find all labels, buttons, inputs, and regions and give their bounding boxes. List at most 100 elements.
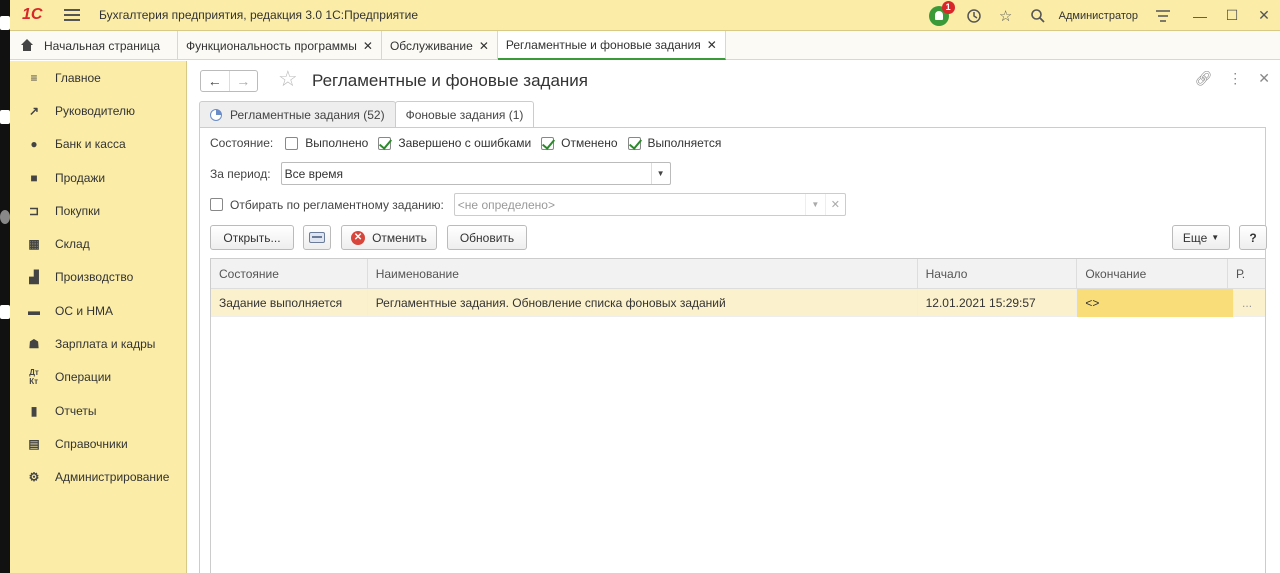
sidebar-item-label: Справочники — [55, 436, 128, 451]
refresh-button[interactable]: Обновить — [447, 225, 527, 250]
state-option-done[interactable]: Выполнено — [285, 136, 368, 150]
checkbox-label: Выполняется — [647, 136, 722, 150]
column-header-name[interactable]: Наименование — [368, 259, 918, 289]
column-header-state[interactable]: Состояние — [211, 259, 368, 289]
list-toolbar: Открыть... ✕ Отменить Обновить Еще ▼ ? — [210, 225, 1267, 250]
checkbox[interactable] — [378, 136, 392, 150]
title-bar: 1С Бухгалтерия предприятия, редакция 3.0… — [10, 0, 1280, 31]
state-option-failed[interactable]: Завершено с ошибками — [378, 136, 531, 150]
checkbox-label: Завершено с ошибками — [398, 136, 532, 150]
sidebar-item-administration[interactable]: ⚙ Администрирование — [10, 461, 186, 494]
tab-label: Функциональность программы — [186, 38, 357, 53]
desktop-icon — [0, 210, 10, 224]
books-icon: ▤ — [28, 436, 40, 451]
filter-by-task-checkbox[interactable] — [210, 198, 223, 211]
sidebar-item-label: Зарплата и кадры — [55, 337, 156, 352]
sidebar-item-production[interactable]: ▟ Производство — [10, 261, 186, 294]
table-row[interactable]: Задание выполняется Регламентные задания… — [211, 289, 1265, 317]
task-filter: Отбирать по регламентному заданию: <не о… — [210, 193, 846, 216]
cell-end[interactable]: <> — [1077, 289, 1235, 317]
background-tasks-panel: Состояние: Выполнено Завершено с ошибкам… — [199, 127, 1267, 573]
sidebar-item-purchases[interactable]: ⊐ Покупки — [10, 194, 186, 227]
sidebar-item-warehouse[interactable]: ▦ Склад — [10, 227, 186, 260]
chevron-down-icon[interactable]: ▼ — [650, 163, 670, 184]
current-user[interactable]: Администратор — [1059, 10, 1138, 22]
cancel-job-button[interactable]: ✕ Отменить — [341, 225, 437, 250]
checkbox[interactable] — [285, 136, 299, 150]
column-header-r[interactable]: Р. — [1228, 259, 1265, 289]
forward-arrow-icon[interactable]: → — [230, 71, 258, 91]
favorite-star-icon[interactable]: ☆ — [278, 66, 298, 92]
minimize-button[interactable]: — — [1184, 8, 1216, 24]
close-window-button[interactable]: ✕ — [1248, 7, 1280, 24]
clear-icon[interactable]: ✕ — [824, 194, 845, 215]
close-tab-icon[interactable]: ✕ — [707, 38, 717, 52]
sidebar-item-operations[interactable]: Дт Кт Операции — [10, 361, 186, 394]
sidebar-item-main[interactable]: ≡ Главное — [10, 61, 186, 94]
sidebar-item-payroll[interactable]: ☗ Зарплата и кадры — [10, 327, 186, 360]
back-arrow-icon[interactable]: ← — [201, 71, 230, 91]
tab-scheduled-jobs[interactable]: Регламентные и фоновые задания ✕ — [497, 31, 726, 60]
sidebar-item-label: Отчеты — [55, 403, 97, 418]
cell-name: Регламентные задания. Обновление списка … — [368, 289, 918, 317]
tab-label: Фоновые задания (1) — [405, 108, 524, 122]
column-header-start[interactable]: Начало — [918, 259, 1078, 289]
button-label: Обновить — [459, 230, 515, 245]
pie-icon — [210, 108, 222, 121]
sidebar-item-reports[interactable]: ▮ Отчеты — [10, 394, 186, 427]
sidebar-item-label: Покупки — [55, 203, 101, 218]
tab-functionality[interactable]: Функциональность программы ✕ — [178, 31, 382, 60]
history-icon[interactable] — [963, 5, 985, 27]
checkbox[interactable] — [541, 136, 555, 150]
truck-icon: ▬ — [28, 303, 40, 318]
checkbox[interactable] — [627, 136, 641, 150]
more-button[interactable]: Еще ▼ — [1172, 225, 1230, 250]
state-filter: Состояние: Выполнено Завершено с ошибкам… — [210, 136, 731, 150]
hamburger-menu-icon[interactable] — [64, 9, 80, 21]
sidebar-item-manager[interactable]: ↗ Руководителю — [10, 94, 186, 127]
tab-label: Обслуживание — [389, 38, 473, 53]
search-icon[interactable] — [1027, 5, 1049, 27]
field-placeholder: <не определено> — [457, 197, 555, 212]
sidebar-item-fixed-assets[interactable]: ▬ ОС и НМА — [10, 294, 186, 327]
cancel-icon: ✕ — [351, 230, 366, 245]
sidebar-item-label: Администрирование — [55, 470, 170, 485]
help-button[interactable]: ? — [1239, 225, 1267, 250]
card-icon — [309, 232, 325, 243]
maximize-button[interactable]: ☐ — [1216, 7, 1248, 24]
chevron-down-icon[interactable]: ▼ — [804, 194, 825, 215]
close-tab-icon[interactable]: ✕ — [479, 39, 489, 53]
favorites-star-icon[interactable]: ☆ — [995, 5, 1017, 27]
scheduled-task-field[interactable]: <не определено> ▼ ✕ — [453, 193, 846, 216]
button-label: Еще — [1182, 230, 1208, 245]
sidebar-item-catalogs[interactable]: ▤ Справочники — [10, 427, 186, 460]
navigation-buttons: ← → — [200, 70, 258, 92]
close-tab-icon[interactable]: ✕ — [363, 39, 373, 53]
settings-menu-icon[interactable] — [1152, 5, 1174, 27]
cell-state: Задание выполняется — [211, 289, 368, 317]
sidebar-item-label: Руководителю — [55, 103, 136, 118]
app-logo[interactable]: 1С — [22, 6, 56, 24]
sidebar-item-bank[interactable]: ● Банк и касса — [10, 128, 186, 161]
checkbox-label: Отменено — [561, 136, 618, 150]
card-button[interactable] — [303, 225, 331, 250]
filter-by-task-label: Отбирать по регламентному заданию: — [230, 197, 444, 212]
notifications-bell-icon[interactable]: 1 — [928, 0, 955, 26]
tab-background-tasks[interactable]: Фоновые задания (1) — [394, 101, 535, 128]
sidebar-item-sales[interactable]: ■ Продажи — [10, 161, 186, 194]
column-header-end[interactable]: Окончание — [1077, 259, 1229, 289]
link-icon[interactable]: 🔗︎ — [1194, 70, 1212, 87]
warehouse-icon: ▦ — [28, 237, 40, 252]
sidebar-item-label: Продажи — [55, 170, 106, 185]
tab-scheduled-tasks[interactable]: Регламентные задания (52) — [199, 101, 396, 127]
period-select[interactable]: Все время ▼ — [280, 162, 671, 185]
state-option-canceled[interactable]: Отменено — [541, 136, 618, 150]
tab-home[interactable]: Начальная страница — [10, 31, 178, 60]
open-button[interactable]: Открыть... — [210, 225, 294, 250]
close-form-icon[interactable]: ✕ — [1258, 70, 1270, 87]
desktop-icon — [0, 110, 10, 124]
more-vertical-icon[interactable]: ⋮ — [1228, 70, 1242, 87]
state-option-running[interactable]: Выполняется — [627, 136, 722, 150]
bag-icon: ■ — [30, 170, 38, 185]
tab-maintenance[interactable]: Обслуживание ✕ — [382, 31, 498, 60]
